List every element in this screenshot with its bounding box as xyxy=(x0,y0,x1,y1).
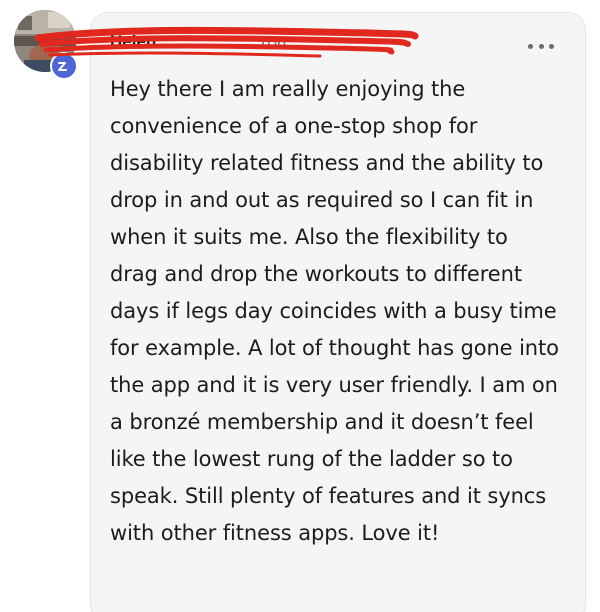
comment-body: Hey there I am really enjoying the conve… xyxy=(110,77,559,545)
comment-thread: Helen 10h Hey there I am really enjoying… xyxy=(0,0,600,612)
redaction-scribble xyxy=(34,26,419,58)
comment-header: Helen 10h xyxy=(34,26,550,58)
more-horizontal-icon xyxy=(528,43,533,49)
more-options-button[interactable] xyxy=(528,36,554,56)
